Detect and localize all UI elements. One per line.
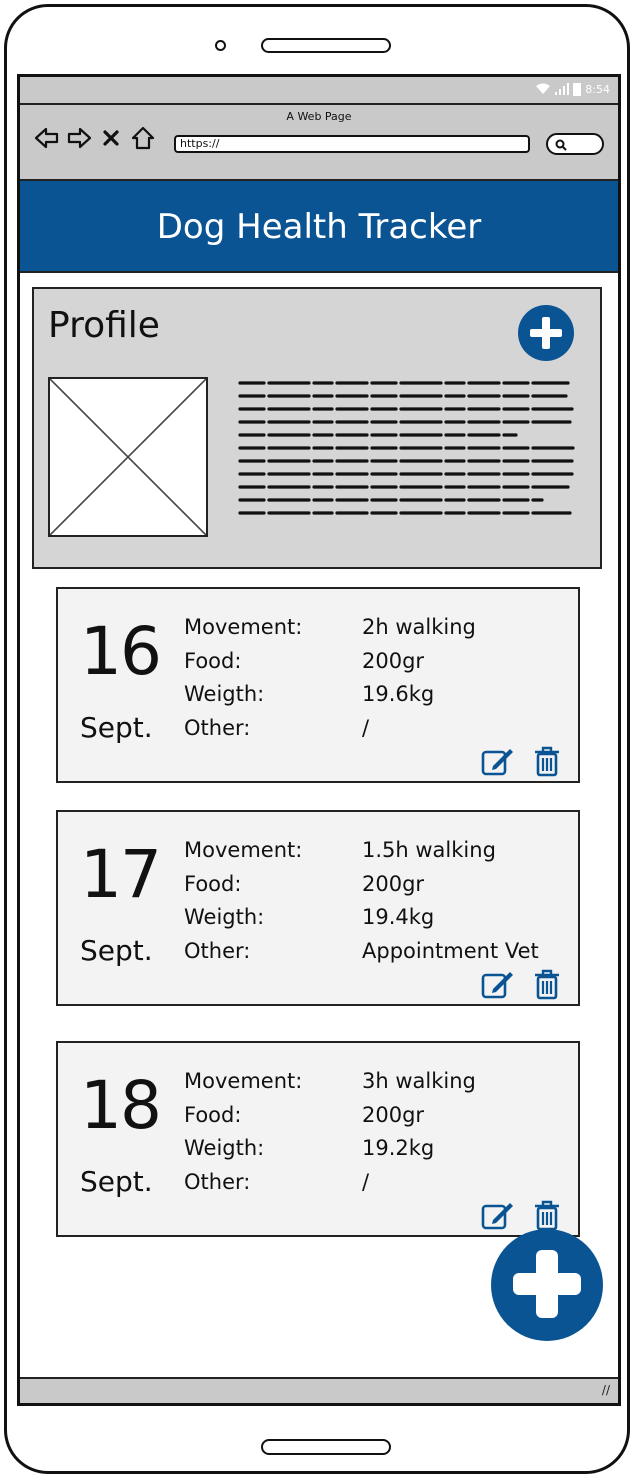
edit-icon[interactable] xyxy=(480,968,514,1000)
food-value: 200gr xyxy=(362,648,425,673)
close-icon[interactable] xyxy=(98,125,124,151)
entry-card: 17 Sept. Movement: Food: Weigth: Other: … xyxy=(56,810,580,1006)
weight-label: Weigth: xyxy=(184,682,265,706)
app-title: Dog Health Tracker xyxy=(156,207,482,247)
entry-actions xyxy=(480,745,564,777)
entry-values: 3h walking 200gr 19.2kg / xyxy=(362,1065,476,1199)
entry-month: Sept. xyxy=(80,711,153,744)
entry-labels: Movement: Food: Weigth: Other: xyxy=(184,834,302,968)
entry-labels: Movement: Food: Weigth: Other: xyxy=(184,1065,302,1199)
other-label: Other: xyxy=(184,938,251,963)
trash-icon[interactable] xyxy=(530,1199,564,1231)
profile-image-placeholder xyxy=(48,377,208,537)
signal-icon xyxy=(555,83,570,95)
wifi-icon xyxy=(536,83,551,94)
movement-value: 1.5h walking xyxy=(362,838,496,862)
url-bar[interactable]: https:// xyxy=(174,135,530,153)
entry-actions xyxy=(480,1199,564,1231)
other-value: / xyxy=(362,1169,370,1194)
movement-value: 3h walking xyxy=(362,1069,476,1093)
weight-value: 19.6kg xyxy=(362,682,435,706)
home-icon[interactable] xyxy=(130,125,156,151)
movement-label: Movement: xyxy=(184,1069,303,1093)
browser-nav xyxy=(34,125,156,151)
entry-values: 1.5h walking 200gr 19.4kg Appointment Ve… xyxy=(362,834,539,968)
entry-day: 16 xyxy=(80,613,162,690)
weight-value: 19.2kg xyxy=(362,1136,435,1160)
profile-panel: Profile xyxy=(32,287,602,569)
speaker-grille xyxy=(261,38,391,53)
movement-value: 2h walking xyxy=(362,615,476,639)
entry-actions xyxy=(480,968,564,1000)
other-value: / xyxy=(362,715,370,740)
entry-day: 17 xyxy=(80,836,162,913)
browser-page-title: A Web Page xyxy=(286,110,352,123)
arrow-left-icon[interactable] xyxy=(34,125,60,151)
entry-month: Sept. xyxy=(80,934,153,967)
image-placeholder-icon xyxy=(49,378,207,536)
food-label: Food: xyxy=(184,648,242,673)
weight-label: Weigth: xyxy=(184,1136,265,1160)
food-value: 200gr xyxy=(362,1102,425,1127)
camera-icon xyxy=(215,40,226,51)
weight-label: Weigth: xyxy=(184,905,265,929)
screen: 8:54 A Web Page https:// Dog Health Trac… xyxy=(17,74,621,1406)
entry-day: 18 xyxy=(80,1067,162,1144)
search-icon xyxy=(555,139,567,151)
bottom-bar: // xyxy=(20,1377,618,1403)
trash-icon[interactable] xyxy=(530,968,564,1000)
browser-toolbar: A Web Page https:// xyxy=(20,105,618,181)
trash-icon[interactable] xyxy=(530,745,564,777)
browser-search-button[interactable] xyxy=(546,133,604,155)
home-button[interactable] xyxy=(261,1439,391,1455)
edit-icon[interactable] xyxy=(480,745,514,777)
clock: 8:54 xyxy=(585,82,610,96)
add-profile-button[interactable] xyxy=(518,305,574,361)
food-label: Food: xyxy=(184,871,242,896)
movement-label: Movement: xyxy=(184,615,303,639)
app-header: Dog Health Tracker xyxy=(20,181,618,273)
status-icons: 8:54 xyxy=(535,82,610,96)
entry-month: Sept. xyxy=(80,1165,153,1198)
other-value: Appointment Vet xyxy=(362,938,539,963)
weight-value: 19.4kg xyxy=(362,905,435,929)
arrow-right-icon[interactable] xyxy=(66,125,92,151)
battery-icon xyxy=(573,83,582,96)
other-label: Other: xyxy=(184,1169,251,1194)
other-label: Other: xyxy=(184,715,251,740)
entry-values: 2h walking 200gr 19.6kg / xyxy=(362,611,476,745)
entry-card: 18 Sept. Movement: Food: Weigth: Other: … xyxy=(56,1041,580,1237)
entry-card: 16 Sept. Movement: Food: Weigth: Other: … xyxy=(56,587,580,783)
movement-label: Movement: xyxy=(184,838,303,862)
food-label: Food: xyxy=(184,1102,242,1127)
resize-grip-icon[interactable]: // xyxy=(602,1383,610,1397)
status-bar: 8:54 xyxy=(20,77,618,105)
add-entry-button[interactable] xyxy=(491,1229,603,1341)
profile-title: Profile xyxy=(48,305,160,346)
entry-labels: Movement: Food: Weigth: Other: xyxy=(184,611,302,745)
profile-description-scribble xyxy=(238,381,576,515)
edit-icon[interactable] xyxy=(480,1199,514,1231)
food-value: 200gr xyxy=(362,871,425,896)
